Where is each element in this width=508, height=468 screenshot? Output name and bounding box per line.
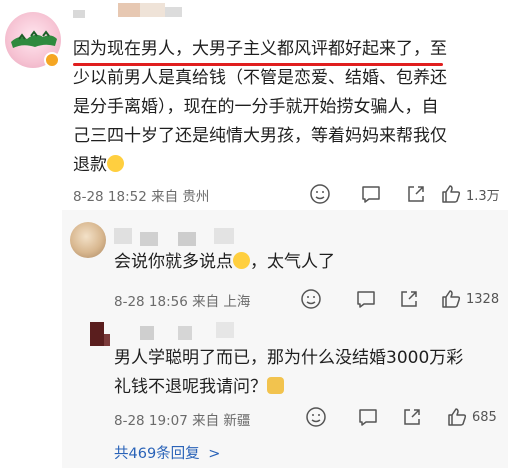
- like-icon: [442, 290, 461, 308]
- comment-line: 是分手离婚），现在的一分手就开始捞女骗人，自: [73, 97, 439, 117]
- share-button[interactable]: [398, 288, 420, 310]
- comment-line-text: 退款: [73, 155, 107, 175]
- laugh-emoji-icon: [233, 252, 250, 269]
- like-icon: [448, 408, 467, 426]
- like-icon: [442, 185, 461, 203]
- username-mosaic: [165, 7, 182, 17]
- emoji-react-button[interactable]: [309, 183, 331, 205]
- reply-body: 男人学聪明了而已，那为什么没结婚3000万彩 礼钱不退呢我请问？: [114, 344, 504, 402]
- smile-emoji-icon: [107, 155, 124, 172]
- comment-icon: [362, 186, 380, 203]
- comment-line: 少以前男人是真给钱（不管是恋爱、结婚、包养还: [73, 68, 447, 88]
- share-icon: [401, 291, 417, 307]
- emoji-react-icon: [310, 184, 330, 204]
- reply-meta: 8-28 19:07 来自 新疆: [114, 409, 250, 429]
- share-button[interactable]: [405, 183, 427, 205]
- emoji-react-icon: [306, 407, 326, 427]
- dog-emoji-icon: [267, 377, 284, 394]
- username-mosaic: [178, 232, 196, 246]
- like-count: 685: [472, 409, 497, 425]
- comment-body: 因为现在男人，大男子主义都风评都好起来了，至 少以前男人是真给钱（不管是恋爱、结…: [73, 35, 501, 180]
- share-button[interactable]: [401, 406, 423, 428]
- username-mosaic: [140, 232, 158, 246]
- more-replies-link[interactable]: 共469条回复 >: [114, 442, 220, 463]
- reply-location: 来自 上海: [192, 294, 251, 310]
- comment-icon: [359, 409, 377, 426]
- share-icon: [404, 409, 420, 425]
- like-count: 1328: [466, 291, 500, 307]
- comment-line: 己三四十岁了还是纯情大男孩，等着妈妈来帮我仅: [73, 126, 447, 146]
- reply-line: 礼钱不退呢我请问？: [114, 373, 504, 402]
- reply-meta: 8-28 18:56 来自 上海: [114, 290, 250, 310]
- reply-location: 来自 新疆: [192, 413, 251, 429]
- username-mosaic: [178, 326, 192, 340]
- comment-location: 来自 贵州: [151, 189, 210, 205]
- avatar-mosaic: [104, 334, 110, 346]
- username-mosaic: [140, 3, 165, 17]
- emoji-react-button[interactable]: [300, 288, 322, 310]
- like-count: 1.3万: [466, 188, 500, 204]
- reply-body: 会说你就多说点 ，太气人了: [114, 248, 335, 277]
- reply-line-text: 礼钱不退呢我请问？: [114, 377, 267, 397]
- highlight-underline: [73, 63, 443, 66]
- reply-time: 8-28 19:07: [114, 413, 188, 429]
- like-button[interactable]: 1328: [440, 288, 499, 310]
- comment-button[interactable]: [355, 288, 377, 310]
- comment-icon: [357, 291, 375, 308]
- reply-avatar[interactable]: [70, 222, 106, 258]
- comment-time: 8-28 18:52: [73, 189, 147, 205]
- comment-button[interactable]: [357, 406, 379, 428]
- emoji-react-icon: [301, 289, 321, 309]
- comment-meta: 8-28 18:52 来自 贵州: [73, 185, 209, 205]
- like-button[interactable]: 1.3万: [440, 183, 500, 205]
- comment-button[interactable]: [360, 183, 382, 205]
- avatar-mosaic: [90, 322, 104, 346]
- reply-text: ，太气人了: [250, 252, 335, 272]
- reply-line: 男人学聪明了而已，那为什么没结婚3000万彩: [114, 348, 464, 368]
- share-icon: [408, 186, 424, 202]
- reply-text: 会说你就多说点: [114, 252, 233, 272]
- username-mosaic: [73, 10, 85, 18]
- like-button[interactable]: 685: [446, 406, 497, 428]
- username-mosaic: [216, 322, 234, 338]
- username-mosaic: [114, 228, 132, 244]
- chevron-right-icon: >: [208, 446, 221, 462]
- comment-line: 退款: [73, 151, 501, 180]
- username-mosaic: [214, 228, 234, 244]
- verified-badge-icon: [44, 52, 60, 68]
- comment-line: 因为现在男人，大男子主义都风评都好起来了，至: [73, 39, 447, 59]
- username-mosaic: [140, 326, 154, 340]
- reply-time: 8-28 18:56: [114, 294, 188, 310]
- more-replies-label: 共469条回复: [114, 446, 200, 462]
- username-mosaic: [118, 3, 140, 17]
- emoji-react-button[interactable]: [305, 406, 327, 428]
